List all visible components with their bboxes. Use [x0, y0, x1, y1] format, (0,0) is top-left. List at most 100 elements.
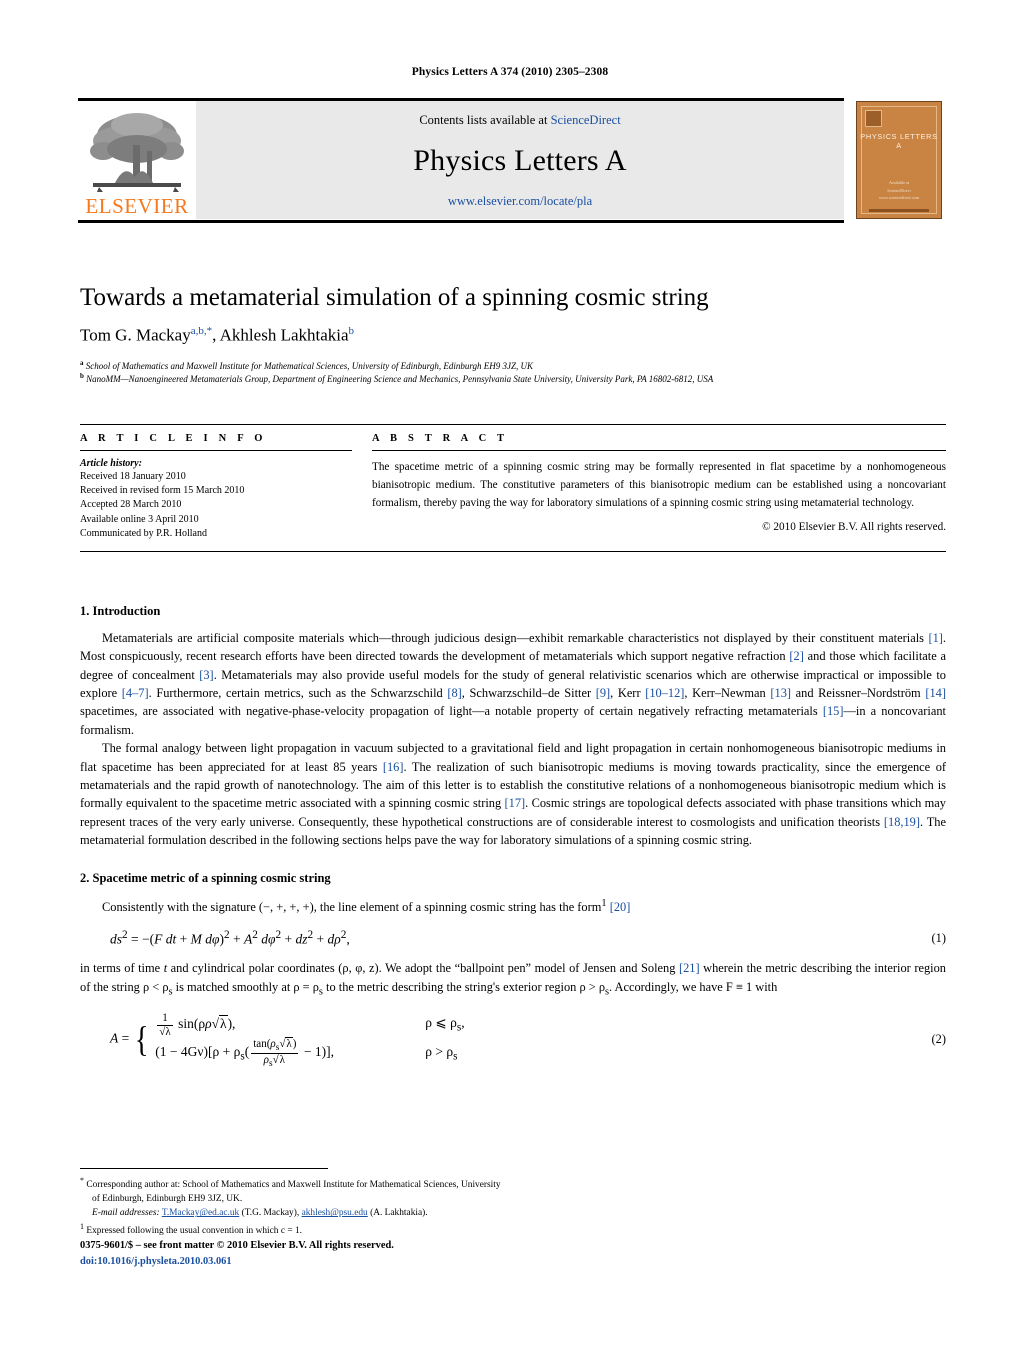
text-run: , Kerr	[610, 686, 646, 701]
doi-link[interactable]: doi:10.1016/j.physleta.2010.03.061	[80, 1254, 680, 1270]
affiliation-text-b: NanoMM—Nanoengineered Metamaterials Grou…	[86, 374, 714, 384]
contents-prefix: Contents lists available at	[419, 113, 551, 127]
author-marks-1[interactable]: a,b,*	[191, 325, 212, 337]
paragraph-intro-2: The formal analogy between light propaga…	[80, 739, 946, 849]
citation-link[interactable]: [15]	[823, 704, 844, 718]
citation-link[interactable]: [9]	[596, 686, 610, 700]
abstract-copyright: © 2010 Elsevier B.V. All rights reserved…	[762, 521, 946, 534]
equation-1-number: (1)	[931, 930, 946, 945]
citation-link[interactable]: [2]	[789, 649, 803, 663]
equation-2-cases: 1 √λ sin(ρρ√λ), ρ ⩽ ρs, (1 − 4Gν)[ρ + ρs(…	[155, 1011, 464, 1068]
masthead-bottom-rule	[78, 220, 844, 223]
text-run: , Schwarzschild–de Sitter	[461, 686, 596, 701]
citation-link[interactable]: [21]	[679, 961, 700, 975]
cover-foot-line1: Available at	[888, 180, 910, 186]
author-marks-2[interactable]: b	[349, 325, 355, 337]
email-link-lakhtakia[interactable]: akhlesh@psu.edu	[302, 1208, 368, 1218]
text-run: ρ > ρ	[425, 1043, 454, 1059]
affiliation-b: b NanoMM—Nanoengineered Metamaterials Gr…	[80, 371, 950, 386]
equation-2-case-1-cond: ρ ⩽ ρs,	[425, 1015, 465, 1035]
cover-foot-line2: ScienceDirect	[887, 187, 911, 193]
journal-title: Physics Letters A	[413, 144, 627, 177]
equation-1-body: ds2 = −(F dt + M dφ)2 + A2 dφ2 + dz2 + d…	[110, 928, 350, 947]
article-body: 1. Introduction Metamaterials are artifi…	[80, 604, 946, 1080]
author-name-2: Akhlesh Lakhtakia	[219, 325, 349, 345]
article-info-kicker: A R T I C L E I N F O	[80, 433, 267, 444]
equation-2-number: (2)	[931, 1032, 946, 1047]
footnote-text: Corresponding author at: School of Mathe…	[86, 1180, 501, 1205]
text-run: is matched smoothly at ρ = ρ	[172, 979, 319, 994]
sciencedirect-link[interactable]: ScienceDirect	[551, 113, 621, 127]
citation-link[interactable]: [20]	[610, 900, 631, 914]
cover-chip-icon	[865, 110, 882, 127]
cover-foot-line3: www.sciencedirect.com	[879, 195, 919, 201]
author-separator: ,	[212, 325, 220, 345]
affiliation-mark-a: a	[80, 359, 84, 367]
article-info-column: A R T I C L E I N F O Article history: R…	[80, 433, 368, 541]
journal-masthead: ELSEVIER Contents lists available at Sci…	[78, 98, 944, 223]
cover-bottom-bar	[869, 209, 929, 212]
journal-cover-thumbnail: PHYSICS LETTERS A Available at ScienceDi…	[856, 101, 942, 219]
text-run: spacetimes, are associated with negative…	[80, 704, 823, 719]
elsevier-wordmark: ELSEVIER	[85, 194, 189, 218]
contents-available-line: Contents lists available at ScienceDirec…	[419, 113, 620, 128]
section-heading-introduction: 1. Introduction	[80, 604, 161, 618]
history-item: Received in revised form 15 March 2010	[80, 485, 245, 497]
citation-link[interactable]: [13]	[770, 686, 791, 700]
cover-footer-text: Available at ScienceDirect www.sciencedi…	[857, 179, 941, 202]
masthead-center: Contents lists available at ScienceDirec…	[196, 101, 844, 219]
article-history-label: Article history:	[80, 458, 142, 469]
citation-link[interactable]: [14]	[925, 686, 946, 700]
citation-link[interactable]: [1]	[928, 631, 942, 645]
text-run: and cylindrical polar coordinates (ρ, φ,…	[167, 961, 679, 976]
text-run: sin(ρ	[178, 1016, 206, 1032]
footnote-corresponding-author: * Corresponding author at: School of Mat…	[80, 1175, 510, 1220]
footnote-mark: *	[80, 1176, 84, 1185]
email-owner-1: (T.G. Mackay),	[241, 1208, 300, 1219]
history-item: Communicated by P.R. Holland	[80, 527, 207, 539]
text-run: . Accordingly, we have F ≡ 1 with	[609, 979, 778, 994]
email-link-mackay[interactable]: T.Mackay@ed.ac.uk	[162, 1208, 239, 1218]
journal-url-link[interactable]: www.elsevier.com/locate/pla	[448, 194, 592, 209]
cover-title: PHYSICS LETTERS A	[860, 132, 938, 150]
info-abstract-panel: A R T I C L E I N F O Article history: R…	[80, 424, 946, 552]
text-run: . Furthermore, certain metrics, such as …	[148, 686, 448, 701]
equation-2-case-1-expr: 1 √λ sin(ρρ√λ),	[157, 1012, 236, 1038]
paragraph-intro-1: Metamaterials are artificial composite m…	[80, 629, 946, 739]
article-page: Physics Letters A 374 (2010) 2305–2308 E…	[0, 0, 1020, 1351]
journal-cover-wrap: PHYSICS LETTERS A Available at ScienceDi…	[856, 101, 944, 219]
equation-2-lhs: A	[110, 1030, 119, 1046]
equation-2-brace: {	[134, 1019, 149, 1060]
citation-link[interactable]: [16]	[383, 760, 404, 774]
equation-2-row: A = { 1 √λ sin(ρρ√λ), ρ ⩽ ρs, (1 − 4Gν)[ρ…	[80, 1011, 946, 1068]
text-run: (1 − 4Gν)[ρ + ρ	[155, 1044, 241, 1060]
email-owner-2: (A. Lakhtakia).	[370, 1208, 428, 1219]
abstract-kicker: A B S T R A C T	[372, 433, 509, 444]
footnote-ref-1[interactable]: 1	[601, 898, 606, 909]
email-addresses-label: E-mail addresses:	[92, 1208, 160, 1219]
elsevier-logo: ELSEVIER	[78, 101, 196, 219]
citation-link[interactable]: [8]	[447, 686, 461, 700]
front-matter-line: 0375-9601/$ – see front matter © 2010 El…	[80, 1240, 394, 1251]
abstract-text: The spacetime metric of a spinning cosmi…	[372, 461, 946, 510]
citation-link[interactable]: [18,19]	[884, 815, 920, 829]
equation-2-case-2: (1 − 4Gν)[ρ + ρs(tan(ρs√λ) ρs√λ − 1)], ρ …	[155, 1037, 464, 1068]
equation-2-case-1: 1 √λ sin(ρρ√λ), ρ ⩽ ρs,	[155, 1011, 465, 1038]
citation-link[interactable]: [10–12]	[645, 686, 684, 700]
text-run: to the metric describing the string's ex…	[322, 979, 605, 994]
equation-2-case-2-cond: ρ > ρs	[425, 1043, 458, 1063]
author-name-1: Tom G. Mackay	[80, 325, 191, 345]
citation-link[interactable]: [17]	[505, 796, 526, 810]
footnotes-block: * Corresponding author at: School of Mat…	[80, 1168, 510, 1240]
text-run: Consistently with the signature (−, +, +…	[102, 900, 602, 915]
section-heading-spacetime-metric: 2. Spacetime metric of a spinning cosmic…	[80, 871, 331, 886]
abstract-column: A B S T R A C T The spacetime metric of …	[368, 433, 946, 541]
citation-link[interactable]: [3]	[199, 668, 213, 682]
text-run: ρ ⩽ ρ	[425, 1015, 457, 1031]
citation-link[interactable]: [4–7]	[122, 686, 149, 700]
equation-1-row: ds2 = −(F dt + M dφ)2 + A2 dφ2 + dz2 + d…	[80, 929, 946, 948]
elsevier-tree-icon	[90, 113, 184, 192]
author-list: Tom G. Mackaya,b,*, Akhlesh Lakhtakiab	[80, 325, 940, 346]
affiliation-mark-b: b	[80, 372, 84, 380]
article-info-rule	[80, 450, 352, 451]
